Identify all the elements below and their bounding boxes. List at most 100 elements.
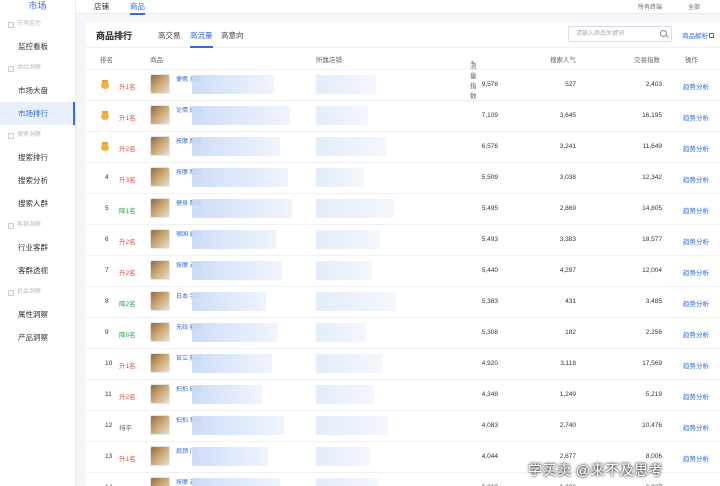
product-thumbnail[interactable]: [150, 446, 170, 466]
table-row[interactable]: 升1名 便携 身纸 9,578 527 2,403 趋势分析: [86, 70, 720, 101]
tab-high-intent[interactable]: 高意向: [221, 30, 244, 41]
trend-analysis-link[interactable]: 趋势分析: [683, 360, 709, 370]
tab-product[interactable]: 商品: [130, 1, 145, 15]
flow-index: 5,495: [481, 205, 498, 212]
search-popularity: 3,241: [559, 143, 576, 150]
redacted-shop-name: [316, 261, 372, 280]
product-thumbnail[interactable]: [150, 198, 170, 218]
table-row[interactable]: 升2名 按摩 摩器 6,576 3,241 11,649 趋势分析: [86, 132, 720, 163]
rank-change: 升3名: [119, 177, 136, 184]
terminal-select[interactable]: 所有终端: [638, 2, 662, 11]
product-thumbnail[interactable]: [150, 105, 170, 125]
header-popularity[interactable]: 搜索人气: [550, 54, 576, 64]
sidebar-item-product-insight[interactable]: 产品洞察: [0, 326, 75, 349]
header-trade[interactable]: 交易指数: [634, 54, 660, 64]
trend-analysis-link[interactable]: 趋势分析: [683, 298, 709, 308]
trend-analysis-link[interactable]: 趋势分析: [683, 329, 709, 339]
sidebar-item-market-ranking[interactable]: 市场排行: [0, 102, 75, 125]
trend-analysis-link[interactable]: 趋势分析: [683, 112, 709, 122]
tab-high-trade[interactable]: 高交易: [158, 30, 181, 41]
product-thumbnail[interactable]: [150, 74, 170, 94]
product-thumbnail[interactable]: [150, 322, 170, 342]
redacted-product-title: [192, 261, 282, 280]
sidebar-item-market-overview[interactable]: 市场大盘: [0, 79, 75, 102]
table-row[interactable]: 升1名 论情 德姐 7,109 3,645 16,195 趋势分析: [86, 101, 720, 132]
product-thumbnail[interactable]: [150, 167, 170, 187]
search-popularity: 1,249: [559, 391, 576, 398]
search-input[interactable]: 请输入商品关键词: [568, 26, 672, 42]
table-row[interactable]: 10 升1名 官立 筋膜 4,920 3,118 17,569 趋势分析: [86, 349, 720, 380]
product-thumbnail[interactable]: [150, 260, 170, 280]
redacted-product-title: [192, 168, 288, 187]
rank-number: 7: [105, 267, 109, 274]
flow-index: 6,576: [481, 143, 498, 150]
top-bar: 店铺 商品 所有终端 全部: [76, 0, 720, 15]
table-body: 升1名 便携 身纸 9,578 527 2,403 趋势分析 升1名 论情 德姐…: [86, 70, 720, 486]
redacted-shop-name: [316, 75, 376, 94]
flow-index: 4,044: [481, 453, 498, 460]
product-analysis-link[interactable]: 商品解析: [682, 30, 714, 40]
search-icon[interactable]: [660, 30, 667, 37]
search-popularity: 3,118: [560, 360, 576, 367]
tab-high-traffic[interactable]: 高流量: [190, 30, 213, 48]
flow-index: 5,308: [481, 329, 498, 336]
sidebar-item-search-crowd[interactable]: 搜索人群: [0, 192, 75, 215]
trend-analysis-link[interactable]: 趋势分析: [683, 453, 709, 463]
table-row[interactable]: 6 升2名 德国 震动 5,493 3,383 18,577 趋势分析: [86, 225, 720, 256]
redacted-product-title: [192, 292, 266, 311]
table-row[interactable]: 5 降1名 健身 筋膜 5,495 2,869 14,805 趋势分析: [86, 194, 720, 225]
range-select[interactable]: 全部: [688, 2, 700, 11]
trend-analysis-link[interactable]: 趋势分析: [683, 422, 709, 432]
product-thumbnail[interactable]: [150, 291, 170, 311]
trend-analysis-link[interactable]: 趋势分析: [683, 391, 709, 401]
table-row[interactable]: 11 升2名 拍拍 硅胶 4,348 1,249 5,219 趋势分析: [86, 380, 720, 411]
trend-analysis-link[interactable]: 趋势分析: [683, 143, 709, 153]
rank-number: 4: [105, 174, 109, 181]
trade-index: 8,006: [645, 453, 662, 460]
sidebar-group-market-monitor: 市场监控: [0, 14, 75, 35]
flow-index: 7,109: [481, 112, 498, 119]
card-header: 商品排行 高交易 高流量 高意向 请输入商品关键词 商品解析: [86, 22, 720, 48]
sidebar-item-search-analysis[interactable]: 搜索分析: [0, 169, 75, 192]
product-thumbnail[interactable]: [150, 477, 170, 486]
trend-analysis-link[interactable]: 趋势分析: [683, 174, 709, 184]
product-thumbnail[interactable]: [150, 384, 170, 404]
product-thumbnail[interactable]: [150, 415, 170, 435]
redacted-product-title: [192, 137, 280, 156]
flow-index: 9,578: [481, 81, 498, 88]
search-popularity: 527: [565, 81, 576, 88]
trade-index: 14,805: [642, 205, 662, 212]
product-ranking-card: 商品排行 高交易 高流量 高意向 请输入商品关键词 商品解析 排名 商品 所属店…: [86, 22, 720, 486]
flow-index: 5,383: [481, 298, 498, 305]
opportunity-icon: [8, 289, 14, 296]
product-thumbnail[interactable]: [150, 229, 170, 249]
product-thumbnail[interactable]: [150, 136, 170, 156]
sidebar-item-monitor-board[interactable]: 监控看板: [0, 35, 75, 58]
sidebar-item-industry-customer[interactable]: 行业客群: [0, 236, 75, 259]
table-row[interactable]: 8 降2名 日本 手持 5,383 431 3,485 趋势分析: [86, 287, 720, 318]
sidebar-item-attribute-insight[interactable]: 属性洞察: [0, 303, 75, 326]
product-thumbnail[interactable]: [150, 353, 170, 373]
redacted-shop-name: [316, 385, 374, 404]
trend-analysis-link[interactable]: 趋势分析: [683, 267, 709, 277]
table-row[interactable]: 9 降8名 无线 器电 5,308 182 2,256 趋势分析: [86, 318, 720, 349]
tab-shop[interactable]: 店铺: [94, 1, 109, 12]
rank-number: 11: [105, 391, 112, 398]
trend-analysis-link[interactable]: 趋势分析: [683, 205, 709, 215]
rank-change: 升2名: [119, 394, 136, 401]
sort-desc-icon[interactable]: ▼: [470, 60, 475, 66]
redacted-shop-name: [316, 137, 386, 156]
trend-analysis-link[interactable]: 趋势分析: [683, 81, 709, 91]
redacted-shop-name: [316, 478, 378, 486]
redacted-shop-name: [316, 323, 366, 342]
sidebar: 市场 市场监控 监控看板 供给洞察 市场大盘 市场排行 搜索洞察 搜索排行 搜索…: [0, 0, 76, 486]
redacted-product-title: [192, 385, 262, 404]
table-row[interactable]: 4 升3名 按摩 摩院 5,509 3,038 12,342 趋势分析: [86, 163, 720, 194]
sidebar-item-search-ranking[interactable]: 搜索排行: [0, 146, 75, 169]
trend-analysis-link[interactable]: 趋势分析: [683, 236, 709, 246]
flow-index: 5,440: [481, 267, 498, 274]
external-link-icon: [709, 33, 714, 38]
table-row[interactable]: 12 持平 拍拍 背器 4,083 2,740 10,476 趋势分析: [86, 411, 720, 442]
table-row[interactable]: 7 升2名 按摩 式按 5,440 4,297 12,004 趋势分析: [86, 256, 720, 287]
sidebar-item-customer-perspective[interactable]: 客群透视: [0, 259, 75, 282]
